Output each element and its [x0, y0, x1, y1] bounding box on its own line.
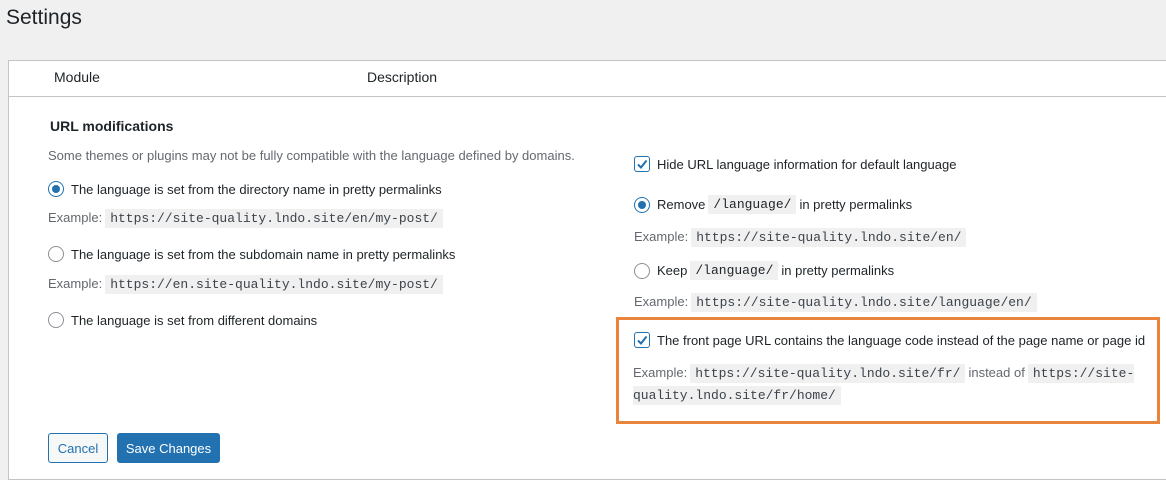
example-keep: Example: https://site-quality.lndo.site/l…	[634, 293, 1040, 312]
option-remove-label: Remove	[657, 197, 706, 212]
example-prefix: Example:	[48, 276, 103, 291]
save-changes-button[interactable]: Save Changes	[117, 433, 220, 463]
example-front-page: Example: https://site-quality.lndo.site/f…	[633, 362, 1143, 406]
option-domains[interactable]: The language is set from different domai…	[48, 312, 317, 328]
option-keep-suffix: in pretty permalinks	[781, 263, 895, 278]
example-code: https://site-quality.lndo.site/en/	[691, 228, 967, 247]
option-remove-code: /language/	[708, 195, 797, 214]
checkmark-icon	[637, 335, 648, 346]
option-directory-label: The language is set from the directory n…	[71, 181, 442, 197]
option-front-page-label: The front page URL contains the language…	[657, 332, 1146, 348]
settings-panel: Module Description URL modifications Som…	[8, 60, 1166, 480]
column-header-description: Description	[367, 69, 438, 85]
section-description: Some themes or plugins may not be fully …	[48, 148, 575, 163]
cancel-button[interactable]: Cancel	[48, 433, 108, 463]
page-title: Settings	[6, 6, 82, 29]
radio-directory[interactable]	[48, 181, 64, 197]
radio-keep[interactable]	[634, 262, 650, 279]
option-remove[interactable]: Remove/language/in pretty permalinks	[634, 195, 912, 214]
option-keep-label: Keep	[657, 263, 688, 278]
option-hide-default-label: Hide URL language information for defaul…	[657, 156, 957, 172]
example-code: https://en.site-quality.lndo.site/my-pos…	[105, 275, 443, 294]
example-code: https://site-quality.lndo.site/language/…	[691, 293, 1037, 312]
example-prefix: Example:	[633, 365, 688, 380]
checkmark-icon	[637, 159, 648, 170]
option-directory[interactable]: The language is set from the directory n…	[48, 181, 442, 197]
option-hide-default[interactable]: Hide URL language information for defaul…	[634, 156, 956, 172]
example-prefix: Example:	[48, 210, 103, 225]
option-subdomain[interactable]: The language is set from the subdomain n…	[48, 246, 455, 262]
example-code-1: https://site-quality.lndo.site/fr/	[690, 364, 966, 383]
section-title: URL modifications	[50, 118, 174, 134]
example-subdomain: Example: https://en.site-quality.lndo.sit…	[48, 275, 446, 294]
radio-remove[interactable]	[634, 196, 650, 213]
checkbox-hide-default[interactable]	[634, 156, 650, 172]
example-remove: Example: https://site-quality.lndo.site/e…	[634, 228, 969, 247]
table-header: Module Description	[9, 61, 1166, 97]
radio-domains[interactable]	[48, 312, 64, 328]
option-subdomain-label: The language is set from the subdomain n…	[71, 246, 456, 262]
option-keep-code: /language/	[690, 261, 779, 280]
example-directory: Example: https://site-quality.lndo.site/e…	[48, 209, 446, 228]
option-keep[interactable]: Keep/language/in pretty permalinks	[634, 261, 894, 280]
option-domains-label: The language is set from different domai…	[71, 312, 318, 328]
radio-subdomain[interactable]	[48, 246, 64, 262]
example-prefix: Example:	[634, 229, 689, 244]
column-header-module: Module	[54, 69, 100, 85]
instead-of-text: instead of	[968, 365, 1025, 380]
checkbox-front-page[interactable]	[634, 332, 650, 348]
example-prefix: Example:	[634, 294, 689, 309]
option-remove-suffix: in pretty permalinks	[799, 197, 913, 212]
option-front-page[interactable]: The front page URL contains the language…	[634, 332, 1145, 348]
example-code: https://site-quality.lndo.site/en/my-pos…	[105, 209, 443, 228]
